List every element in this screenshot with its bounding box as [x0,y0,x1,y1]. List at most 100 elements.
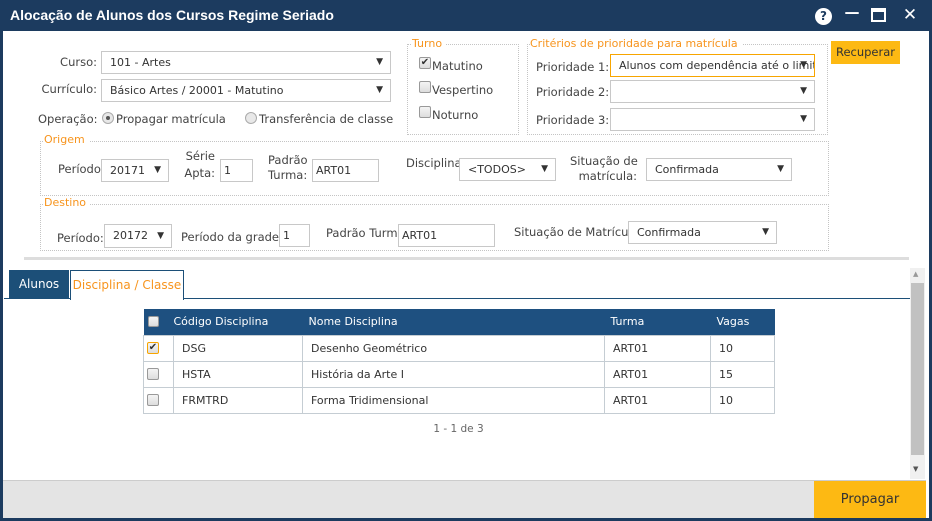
destino-periodo-label: Período: [57,231,104,245]
destino-situacao-label: Situação de Matrícula: [514,225,643,239]
checkbox-matutino[interactable]: ✔ [419,57,431,69]
destino-situacao-select[interactable]: Confirmada ▼ [628,221,777,244]
codigo-cell: HSTA [173,360,303,388]
dropdown-arrow-icon: ▼ [800,114,807,124]
prioridade-1-select[interactable]: Alunos com dependência até o limite ▼ [610,54,815,77]
radio-transferencia-label: Transferência de classe [259,112,394,126]
scrollbar-thumb[interactable] [911,283,924,455]
radio-propagar-label: Propagar matrícula [116,112,226,126]
origem-padrao-turma-input[interactable]: ART01 [312,159,379,182]
padrao-label-2: Turma: [268,168,308,182]
destino-situacao-value: Confirmada [637,226,701,239]
checkbox-noturno[interactable] [419,106,431,118]
turma-cell: ART01 [604,334,711,362]
prioridade-3-select[interactable]: ▼ [610,108,815,131]
destino-padrao-label: Padrão Turma: [326,226,409,240]
disciplina-label: Disciplina: [406,156,466,170]
disciplina-select[interactable]: <TODOS> ▼ [459,158,556,181]
title-bar: Alocação de Alunos dos Cursos Regime Ser… [0,0,932,31]
origem-legend: Origem [44,133,89,146]
divider [24,257,909,260]
minimize-icon[interactable]: — [842,3,862,21]
dropdown-arrow-icon: ▼ [157,231,164,241]
table-row[interactable]: HSTA História da Arte I ART01 15 [143,360,775,388]
origem-situacao-value: Confirmada [655,163,719,176]
serie-label-2: Apta: [184,166,215,180]
propagar-button[interactable]: Propagar [814,481,926,518]
turma-cell: ART01 [604,386,711,414]
origem-periodo-label: Período: [58,162,105,176]
nome-cell: Desenho Geométrico [302,334,605,362]
vagas-cell: 15 [710,360,775,388]
origem-situacao-select[interactable]: Confirmada ▼ [646,158,792,181]
tab-disciplina-classe[interactable]: Disciplina / Classe [70,270,184,300]
select-all-cell [143,309,174,335]
prioridade-1-value: Alunos com dependência até o limite [619,59,815,72]
scroll-down-icon[interactable]: ▼ [913,465,918,473]
nome-cell: História da Arte I [302,360,605,388]
help-icon[interactable]: ? [815,8,832,25]
prioridade-3-label: Prioridade 3: [536,113,610,127]
dropdown-arrow-icon: ▼ [800,60,807,70]
criterios-legend: Critérios de prioridade para matrícula [530,37,742,50]
col-vagas: Vagas [710,309,775,335]
origem-situacao-label-1: Situação de [570,154,638,168]
col-nome: Nome Disciplina [302,309,605,335]
serie-apta-input[interactable]: 1 [220,159,253,182]
row-checkbox[interactable]: ✔ [147,342,159,354]
curso-value: 101 - Artes [110,56,171,69]
curso-label: Curso: [60,55,97,69]
radio-transferencia[interactable] [245,112,257,124]
dropdown-arrow-icon: ▼ [154,165,161,175]
maximize-icon[interactable] [871,8,886,22]
close-icon[interactable]: ✕ [900,5,920,25]
origem-situacao-label-2: matrícula: [578,169,637,183]
vagas-cell: 10 [710,334,775,362]
origem-periodo-select[interactable]: 20171 ▼ [101,159,169,182]
prioridade-2-select[interactable]: ▼ [610,80,815,103]
codigo-cell: DSG [173,334,303,362]
row-checkbox[interactable] [147,368,159,380]
table-row[interactable]: FRMTRD Forma Tridimensional ART01 10 [143,386,775,414]
select-all-checkbox[interactable] [147,316,159,328]
curriculo-label: Currículo: [41,82,97,96]
codigo-cell: FRMTRD [173,386,303,414]
dropdown-arrow-icon: ▼ [800,86,807,96]
destino-padrao-turma-input[interactable]: ART01 [398,224,495,247]
footer [3,480,926,518]
periodo-grade-input[interactable]: 1 [279,224,310,247]
recuperar-button[interactable]: Recuperar [831,41,900,64]
matutino-label: Matutino [432,59,483,73]
pagination-info: 1 - 1 de 3 [433,423,484,435]
row-checkbox[interactable] [147,394,159,406]
dropdown-arrow-icon: ▼ [376,57,383,67]
destino-periodo-select[interactable]: 20172 ▼ [104,224,172,248]
periodo-grade-label: Período da grade: [181,230,283,244]
destino-periodo-value: 20172 [113,229,148,242]
scroll-up-icon[interactable]: ▲ [913,270,918,278]
destino-legend: Destino [44,196,91,209]
serie-label-1: Série [185,149,215,163]
vagas-cell: 10 [710,386,775,414]
noturno-label: Noturno [432,108,479,122]
dropdown-arrow-icon: ▼ [762,227,769,237]
prioridade-1-label: Prioridade 1: [536,60,610,74]
curso-select[interactable]: 101 - Artes ▼ [101,51,391,74]
nome-cell: Forma Tridimensional [302,386,605,414]
padrao-label-1: Padrão [268,153,308,167]
origem-periodo-value: 20171 [110,164,145,177]
turno-legend: Turno [412,37,447,50]
prioridade-2-label: Prioridade 2: [536,85,610,99]
turma-cell: ART01 [604,360,711,388]
operacao-label: Operação: [38,112,98,126]
col-codigo: Código Disciplina [173,309,303,335]
table-row[interactable]: ✔ DSG Desenho Geométrico ART01 10 [143,334,775,362]
tab-alunos[interactable]: Alunos [9,270,69,299]
checkbox-vespertino[interactable] [419,81,431,93]
scrollbar[interactable]: ▲ ▼ [910,268,925,479]
dropdown-arrow-icon: ▼ [376,85,383,95]
curriculo-select[interactable]: Básico Artes / 20001 - Matutino ▼ [101,79,391,102]
dropdown-arrow-icon: ▼ [777,164,784,174]
radio-propagar[interactable] [102,112,114,124]
curriculo-value: Básico Artes / 20001 - Matutino [110,84,284,97]
